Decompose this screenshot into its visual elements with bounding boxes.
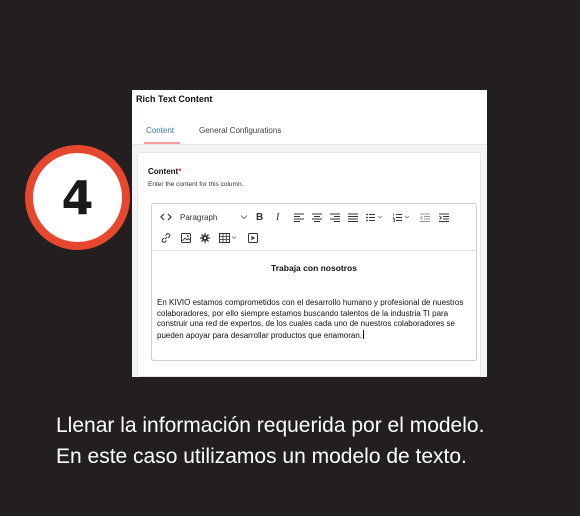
link-icon[interactable] (161, 231, 171, 245)
code-icon[interactable] (160, 210, 172, 224)
bullet-list-icon[interactable] (366, 210, 384, 224)
tab-content[interactable]: Content (146, 126, 174, 135)
table-icon[interactable] (219, 231, 238, 245)
content-card: Content* Enter the content for this colu… (137, 152, 481, 377)
tabs-bar: Content General Configurations (132, 112, 487, 145)
indent-icon[interactable] (439, 210, 449, 224)
document-paragraph-text: En KIVIO estamos comprometidos con el de… (157, 298, 464, 340)
rich-text-panel: Rich Text Content Content General Config… (132, 90, 487, 377)
outdent-icon[interactable] (420, 210, 430, 224)
bold-icon[interactable]: B (256, 210, 263, 224)
content-label-text: Content (148, 167, 179, 176)
align-center-icon[interactable] (312, 210, 322, 224)
numbered-list-icon[interactable] (393, 210, 411, 224)
align-right-icon[interactable] (330, 210, 340, 224)
editor-body[interactable]: Trabaja con nosotros En KIVIO estamos co… (152, 251, 476, 361)
align-justify-icon[interactable] (348, 210, 358, 224)
italic-icon[interactable]: I (276, 210, 279, 224)
tab-general-configurations[interactable]: General Configurations (199, 126, 281, 135)
document-paragraph: En KIVIO estamos comprometidos con el de… (157, 298, 472, 341)
panel-header: Rich Text Content (132, 90, 487, 112)
gear-icon[interactable] (200, 231, 210, 245)
align-left-icon[interactable] (294, 210, 304, 224)
paragraph-select[interactable]: Paragraph (180, 210, 248, 224)
toolbar-row-1: Paragraph B I (152, 207, 476, 227)
rich-text-editor[interactable]: Paragraph B I Trabaja con nosotros En KI… (151, 203, 477, 361)
panel-title: Rich Text Content (136, 94, 213, 104)
step-number: 4 (61, 170, 94, 225)
instruction-text: Llenar la información requerida por el m… (56, 414, 485, 468)
active-tab-indicator (144, 142, 180, 144)
chevron-down-icon (240, 213, 248, 222)
toolbar-row-2 (152, 228, 476, 248)
text-caret (363, 329, 365, 339)
content-field-label: Content* (148, 167, 181, 176)
video-icon[interactable] (248, 231, 258, 245)
required-mark: * (178, 167, 182, 176)
document-heading: Trabaja con nosotros (271, 263, 357, 273)
paragraph-select-value: Paragraph (180, 212, 218, 222)
step-badge: 4 (25, 145, 130, 250)
content-field-help: Enter the content for this column. (148, 181, 244, 188)
image-icon[interactable] (181, 231, 191, 245)
